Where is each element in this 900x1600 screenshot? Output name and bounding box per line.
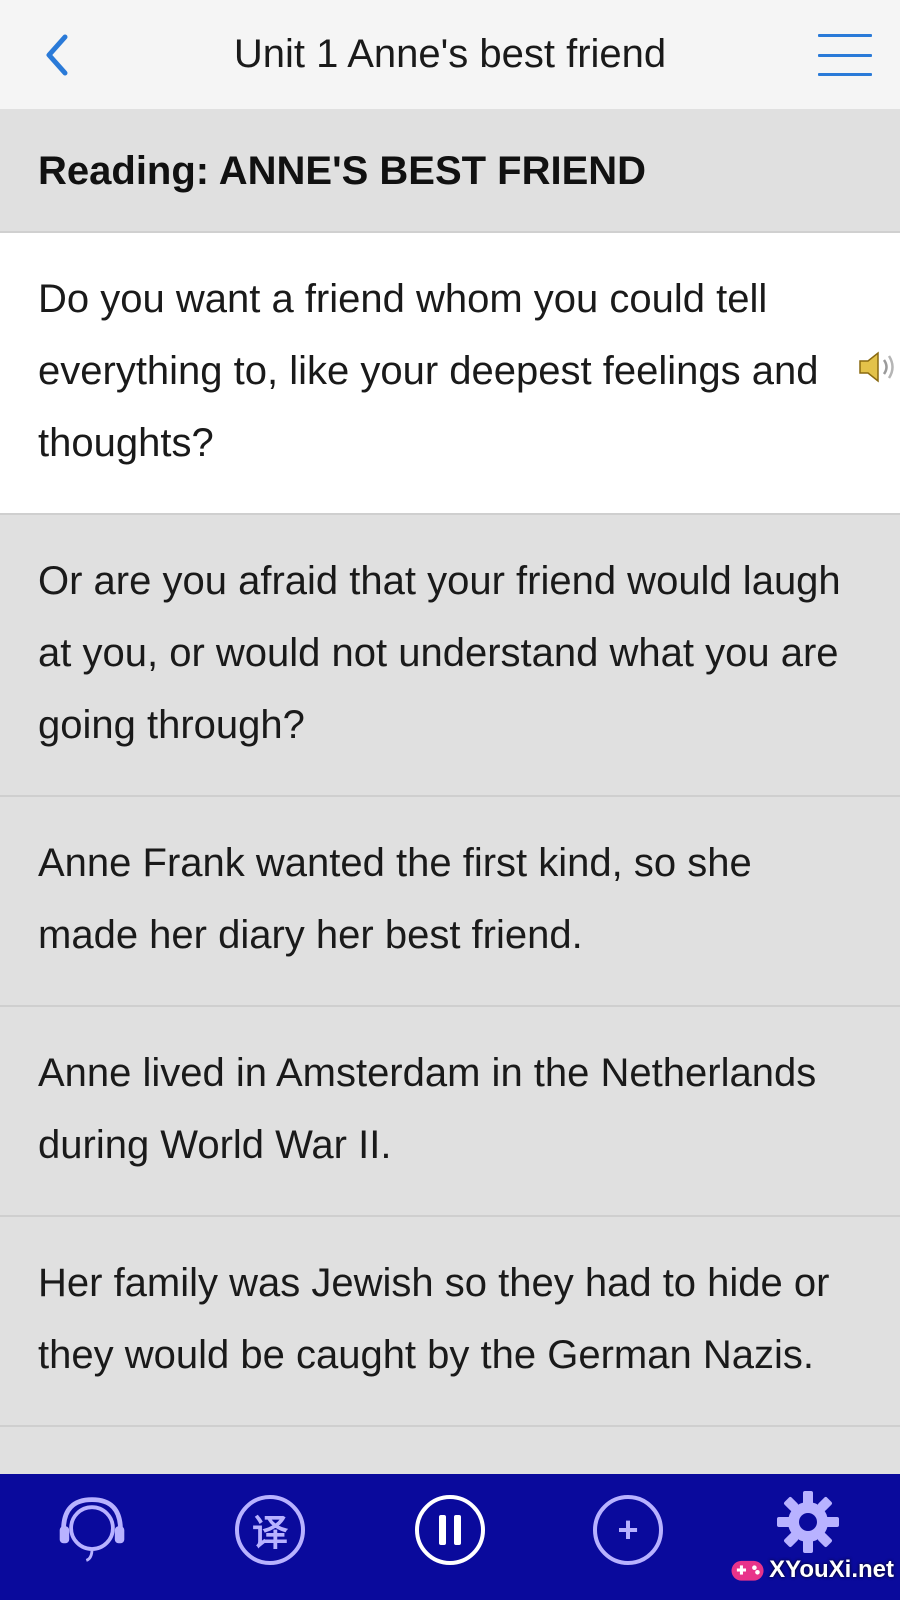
- page-title: Unit 1 Anne's best friend: [233, 32, 667, 76]
- sentence-row[interactable]: Anne Frank wanted the first kind, so she…: [0, 797, 900, 1007]
- listen-button[interactable]: [54, 1492, 130, 1568]
- sentence-row[interactable]: Or are you afraid that your friend would…: [0, 515, 900, 797]
- sentence-text: Do you want a friend whom you could tell…: [38, 277, 819, 465]
- section-header: Reading: ANNE'S BEST FRIEND: [0, 109, 900, 233]
- watermark: XYouXi.net: [730, 1540, 900, 1600]
- sentence-text: Anne Frank wanted the first kind, so she…: [38, 841, 752, 957]
- sentence-row[interactable]: Anne lived in Amsterdam in the Netherlan…: [0, 1007, 900, 1217]
- sentence-text: Or are you afraid that your friend would…: [38, 559, 841, 747]
- translate-button[interactable]: 译: [232, 1492, 308, 1568]
- speaker-icon[interactable]: [856, 345, 900, 389]
- menu-button[interactable]: [812, 30, 878, 80]
- hamburger-menu-icon: [818, 34, 872, 37]
- sentence-list: Do you want a friend whom you could tell…: [0, 233, 900, 1427]
- section-heading: Reading: ANNE'S BEST FRIEND: [38, 149, 647, 193]
- sentence-row[interactable]: Do you want a friend whom you could tell…: [0, 233, 900, 515]
- headset-icon: [59, 1497, 125, 1562]
- pause-button[interactable]: [412, 1492, 488, 1568]
- watermark-text: XYouXi.net: [769, 1556, 894, 1583]
- bottom-toolbar: 译 + XYouXi.net: [0, 1474, 900, 1600]
- chevron-left-icon: [46, 34, 68, 76]
- top-bar: Unit 1 Anne's best friend: [0, 0, 900, 109]
- sentence-row[interactable]: Her family was Jewish so they had to hid…: [0, 1217, 900, 1427]
- translate-icon: 译: [235, 1495, 305, 1565]
- pause-icon: [415, 1495, 485, 1565]
- add-icon: +: [593, 1495, 663, 1565]
- sentence-text: Her family was Jewish so they had to hid…: [38, 1261, 830, 1377]
- gamepad-logo-icon: [731, 1560, 764, 1581]
- sentence-text: Anne lived in Amsterdam in the Netherlan…: [38, 1051, 817, 1167]
- back-button[interactable]: [28, 24, 84, 86]
- add-button[interactable]: +: [590, 1492, 666, 1568]
